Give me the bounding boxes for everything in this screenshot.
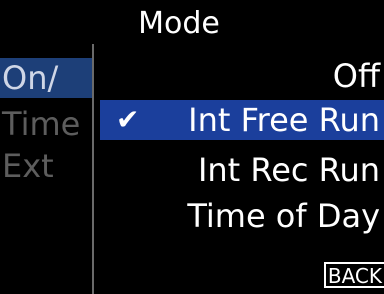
option-int-rec-run[interactable]: Int Rec Run bbox=[94, 150, 384, 190]
device-screen: On/ Time Ext Mode Off ✔ Int Free Run Int… bbox=[0, 0, 384, 294]
bg-menu-item-label: Ext bbox=[2, 147, 54, 185]
option-label: Int Free Run bbox=[188, 101, 380, 139]
option-int-free-run[interactable]: ✔ Int Free Run bbox=[100, 100, 384, 140]
bg-menu-item-label: Time bbox=[2, 105, 81, 143]
bg-menu-item-label: On/ bbox=[2, 59, 59, 97]
mode-popup-menu: Mode Off ✔ Int Free Run Int Rec Run Time… bbox=[94, 0, 384, 294]
popup-title: Mode bbox=[138, 6, 220, 41]
option-label: Time of Day bbox=[187, 197, 380, 235]
bg-menu-item-on[interactable]: On/ bbox=[0, 58, 92, 98]
bg-menu-item-time[interactable]: Time bbox=[0, 104, 92, 144]
option-label: Int Rec Run bbox=[197, 151, 380, 189]
back-button[interactable]: BACK bbox=[323, 262, 384, 288]
option-label: Off bbox=[332, 57, 380, 95]
checkmark-icon: ✔ bbox=[116, 103, 140, 136]
option-off[interactable]: Off bbox=[94, 56, 384, 96]
option-time-of-day[interactable]: Time of Day bbox=[94, 196, 384, 236]
bg-menu-item-ext[interactable]: Ext bbox=[0, 146, 92, 186]
